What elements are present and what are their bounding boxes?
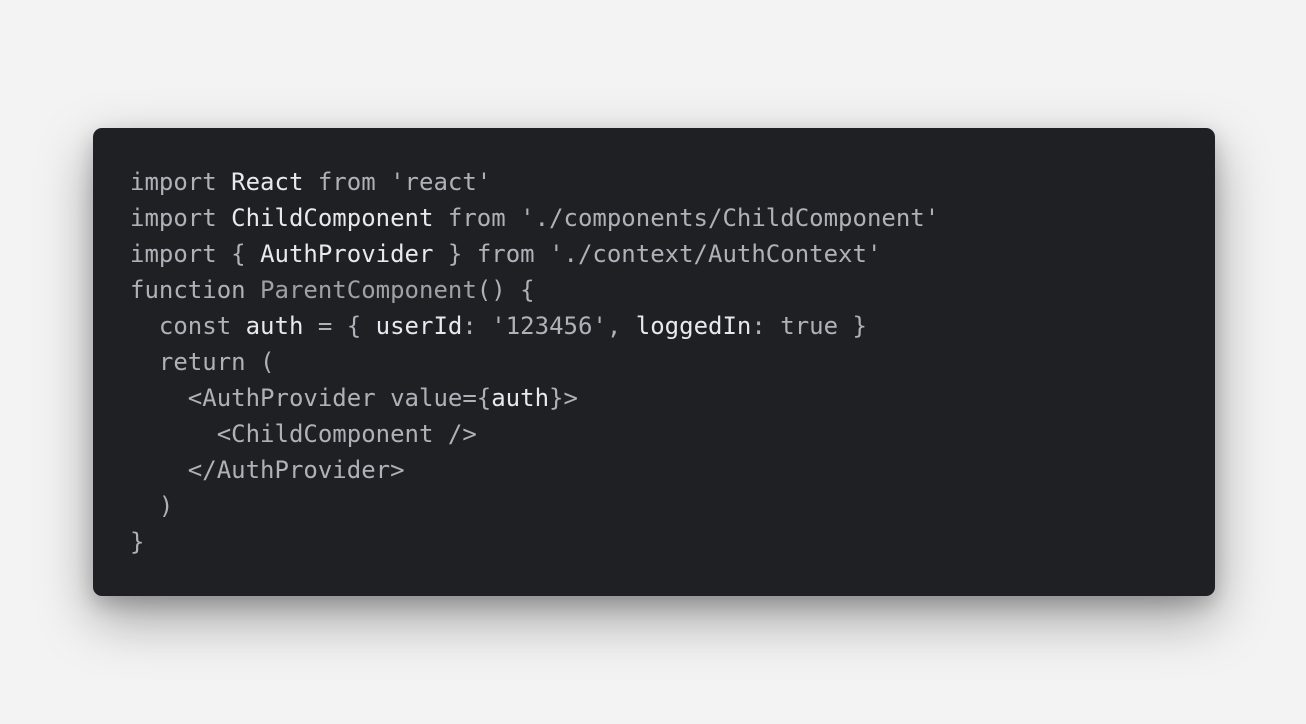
- code-snippet-window: import React from 'react' import ChildCom…: [93, 128, 1215, 596]
- code-token: React: [231, 168, 304, 196]
- code-token: './context/AuthContext': [549, 240, 882, 268]
- code-token: AuthProvider: [202, 384, 376, 412]
- code-token: ,: [606, 312, 636, 340]
- code-token: </AuthProvider>: [187, 456, 405, 484]
- code-token: AuthProvider: [260, 240, 434, 268]
- code-line: import { AuthProvider } from './context/…: [130, 236, 1215, 272]
- code-token: }: [433, 240, 477, 268]
- code-block: import React from 'react' import ChildCom…: [130, 164, 1215, 560]
- code-line: const auth = { userId: '123456', loggedI…: [130, 308, 1215, 344]
- code-token: {: [231, 240, 261, 268]
- code-token: from: [303, 168, 391, 196]
- code-token: '123456': [491, 312, 607, 340]
- code-line: ): [130, 488, 1215, 524]
- code-token: return (: [158, 348, 275, 376]
- code-token: userId: [375, 312, 463, 340]
- code-token: import: [130, 168, 232, 196]
- code-token: value={: [375, 384, 492, 412]
- code-token: }: [130, 528, 145, 556]
- code-line: }: [130, 524, 1215, 560]
- code-line: </AuthProvider>: [130, 452, 1215, 488]
- code-token: }>: [549, 384, 578, 412]
- code-token: import: [130, 204, 232, 232]
- code-token: import: [130, 240, 232, 268]
- code-token: }: [838, 312, 867, 340]
- code-token: const: [158, 312, 246, 340]
- code-token: 'react': [390, 168, 492, 196]
- code-token: :: [462, 312, 492, 340]
- code-token: function: [130, 276, 261, 304]
- code-line: <AuthProvider value={auth}>: [130, 380, 1215, 416]
- code-token: :: [751, 312, 781, 340]
- code-token: ): [158, 492, 174, 520]
- code-line: import ChildComponent from './components…: [130, 200, 1215, 236]
- code-token: <: [187, 384, 203, 412]
- code-token: true: [780, 312, 839, 340]
- code-token: from: [476, 240, 550, 268]
- code-token: ParentComponent: [260, 276, 477, 304]
- code-token: auth: [245, 312, 304, 340]
- code-token: <ChildComponent />: [216, 420, 477, 448]
- code-token: loggedIn: [635, 312, 752, 340]
- code-token: auth: [491, 384, 550, 412]
- code-line: <ChildComponent />: [130, 416, 1215, 452]
- code-token: './components/ChildComponent': [520, 204, 940, 232]
- code-token: = {: [303, 312, 376, 340]
- code-line: function ParentComponent() {: [130, 272, 1215, 308]
- code-token: () {: [476, 276, 535, 304]
- code-token: from: [433, 204, 521, 232]
- code-line: return (: [130, 344, 1215, 380]
- code-token: ChildComponent: [231, 204, 434, 232]
- code-line: import React from 'react': [130, 164, 1215, 200]
